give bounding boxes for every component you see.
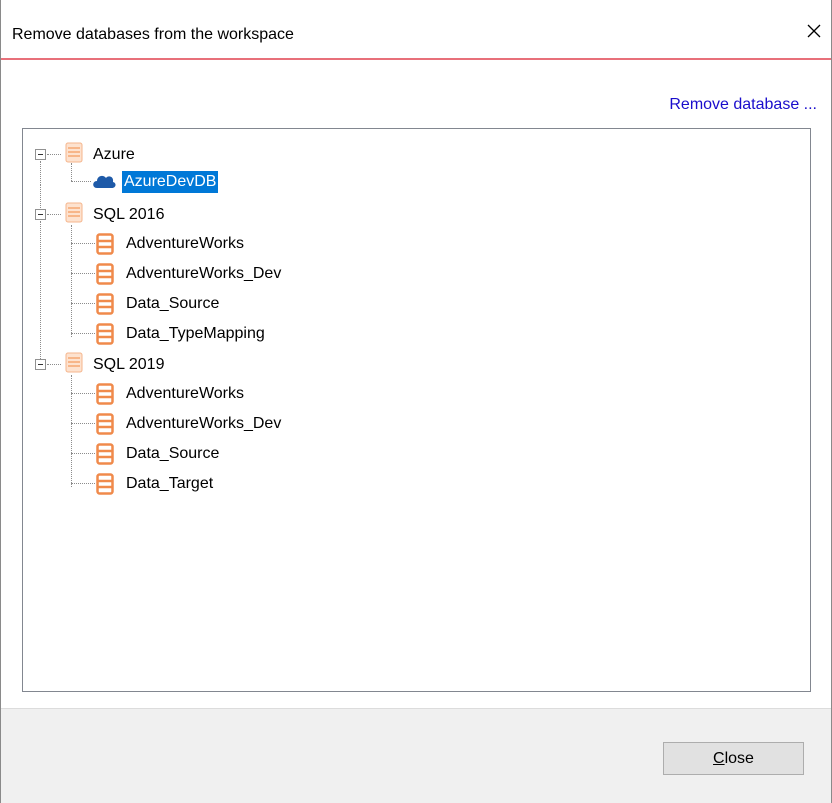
database-icon	[96, 413, 114, 440]
server-group-icon	[63, 202, 85, 229]
database-icon	[96, 323, 114, 350]
remove-databases-dialog: Remove databases from the workspace Remo…	[0, 0, 832, 803]
cloud-icon	[91, 172, 117, 195]
database-icon	[96, 383, 114, 410]
tree-connector	[71, 453, 95, 454]
tree-item-label-selected[interactable]: AzureDevDB	[122, 171, 219, 193]
collapse-icon[interactable]	[35, 149, 46, 160]
database-icon	[96, 473, 114, 500]
collapse-icon[interactable]	[35, 359, 46, 370]
close-button[interactable]: Close	[663, 742, 804, 775]
server-group-icon	[63, 352, 85, 379]
close-button-mnemonic: C	[713, 749, 725, 767]
server-group-icon	[63, 142, 85, 169]
tree-connector	[71, 225, 72, 337]
tree-connector	[71, 423, 95, 424]
tree-group-label[interactable]: Azure	[91, 144, 137, 166]
tree-connector	[40, 161, 41, 185]
database-icon	[96, 443, 114, 470]
tree-group-label[interactable]: SQL 2016	[91, 204, 166, 226]
tree-connector	[47, 364, 61, 365]
tree-group-label[interactable]: SQL 2019	[91, 354, 166, 376]
tree-connector	[71, 303, 95, 304]
title-bar: Remove databases from the workspace	[1, 0, 831, 60]
tree-item-label[interactable]: AdventureWorks	[124, 233, 246, 255]
tree-connector	[71, 375, 72, 487]
database-icon	[96, 293, 114, 320]
dialog-footer: Close	[1, 708, 831, 803]
tree-connector	[47, 214, 61, 215]
close-icon[interactable]	[797, 13, 831, 49]
tree-connector	[71, 243, 95, 244]
tree-item-label[interactable]: Data_Source	[124, 443, 221, 465]
remove-database-link[interactable]: Remove database ...	[669, 96, 817, 114]
tree-connector	[71, 163, 72, 181]
database-tree[interactable]: Azure AzureDevDB SQL 2016 AdventureWorks…	[22, 128, 811, 692]
tree-connector	[40, 185, 41, 210]
tree-connector	[71, 393, 95, 394]
close-button-label: lose	[724, 749, 754, 767]
tree-item-label[interactable]: AdventureWorks_Dev	[124, 413, 283, 435]
tree-item-label[interactable]: AdventureWorks_Dev	[124, 263, 283, 285]
tree-item-label[interactable]: Data_TypeMapping	[124, 323, 267, 345]
tree-item-label[interactable]: Data_Target	[124, 473, 215, 495]
tree-connector	[71, 333, 95, 334]
tree-connector	[71, 181, 91, 182]
tree-item-label[interactable]: AdventureWorks	[124, 383, 246, 405]
tree-connector	[40, 221, 41, 359]
tree-item-label[interactable]: Data_Source	[124, 293, 221, 315]
tree-connector	[71, 483, 95, 484]
tree-connector	[71, 273, 95, 274]
database-icon	[96, 233, 114, 260]
collapse-icon[interactable]	[35, 209, 46, 220]
tree-connector	[47, 154, 61, 155]
dialog-title: Remove databases from the workspace	[12, 26, 294, 43]
database-icon	[96, 263, 114, 290]
